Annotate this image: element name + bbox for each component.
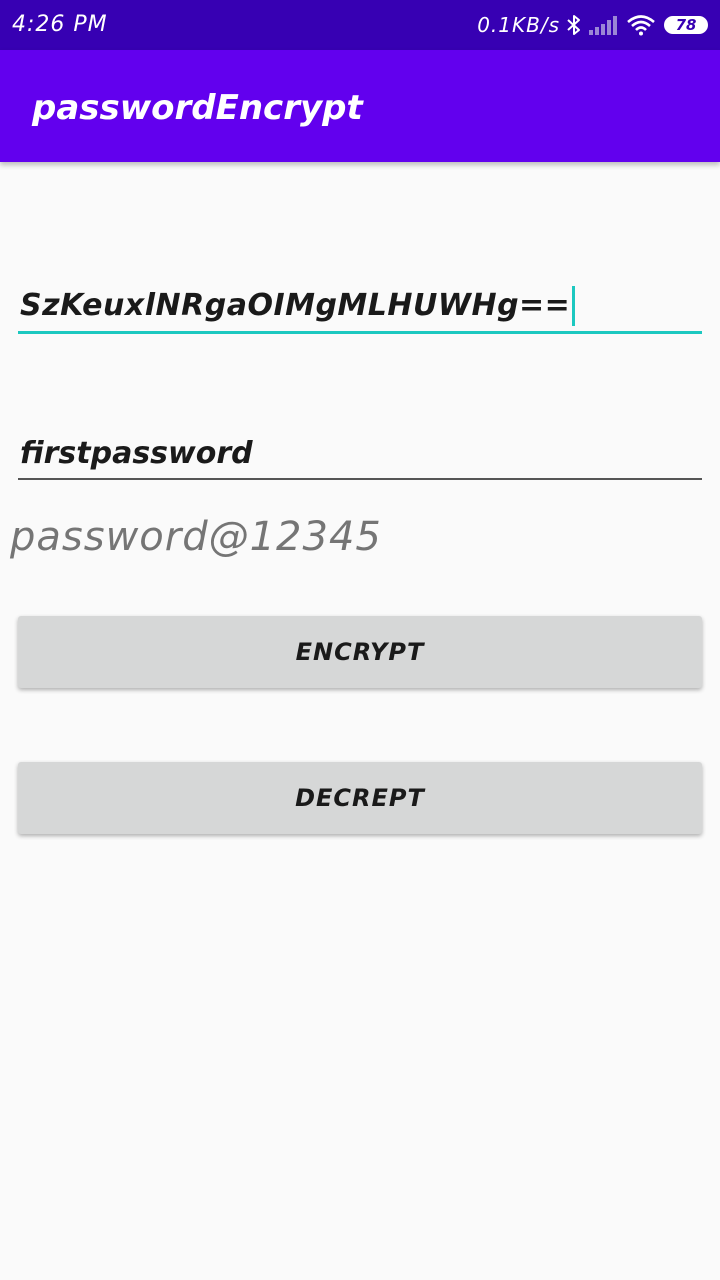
status-bar: 4:26 PM 0.1KB/s 78 [0,0,720,50]
encrypted-password-value: SzKeuxlNRgaOIMgMLHUWHg== [20,286,576,326]
network-speed: 0.1KB/s [477,13,560,37]
text-cursor [572,286,576,326]
password-input-value: firstpassword [20,436,253,471]
status-time: 4:26 PM [12,12,108,37]
encrypted-password-field[interactable]: SzKeuxlNRgaOIMgMLHUWHg== [18,280,702,334]
encrypt-button[interactable]: ENCRYPT [18,616,702,688]
battery-level: 78 [675,16,697,34]
wifi-icon [626,14,656,36]
battery-icon: 78 [664,16,708,34]
app-title: passwordEncrypt [32,88,363,128]
decrypt-button[interactable]: DECREPT [18,762,702,834]
status-icons: 0.1KB/s 78 [477,10,708,40]
signal-icon [588,14,618,36]
decrypted-password-text: password@12345 [10,514,382,560]
app-bar: passwordEncrypt [0,50,720,162]
password-input-field[interactable]: firstpassword [18,432,702,480]
bluetooth-icon [566,13,582,37]
